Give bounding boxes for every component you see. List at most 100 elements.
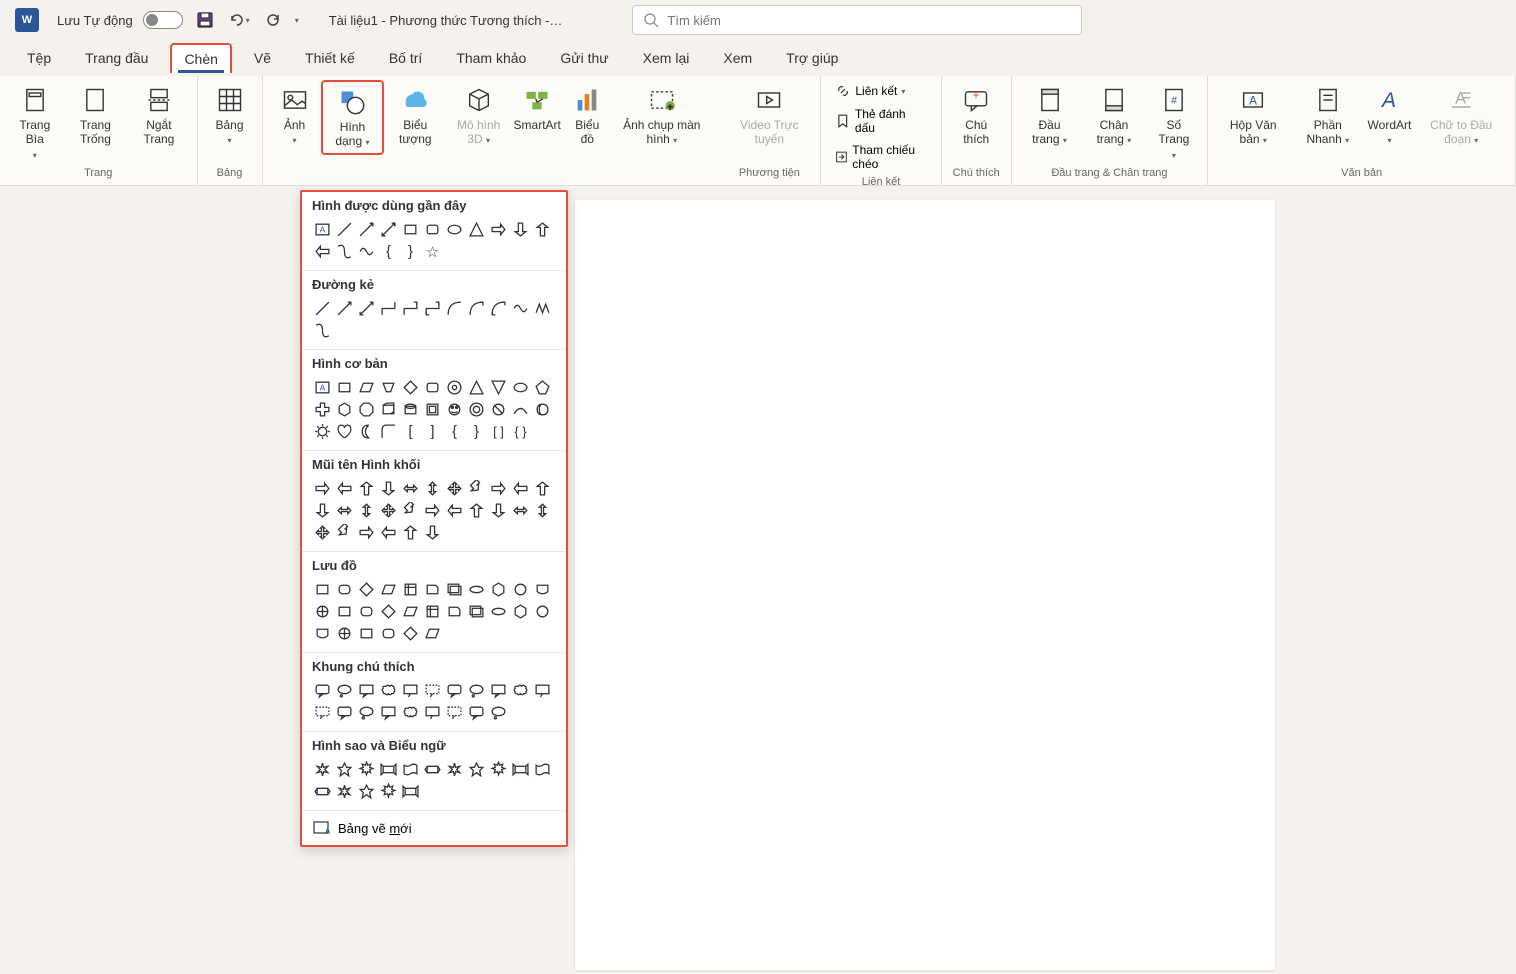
shape-item[interactable] (422, 399, 443, 420)
pictures-button[interactable]: Ảnh▾ (271, 80, 319, 151)
shape-item[interactable] (356, 377, 377, 398)
crossref-button[interactable]: Tham chiếu chéo (829, 140, 932, 174)
tab-file[interactable]: Tệp (15, 44, 63, 72)
shape-item[interactable] (510, 680, 531, 701)
shape-item[interactable] (532, 478, 553, 499)
shape-item[interactable] (400, 478, 421, 499)
shape-item[interactable] (466, 219, 487, 240)
shape-item[interactable] (422, 702, 443, 723)
shape-item[interactable] (378, 421, 399, 442)
shape-item[interactable] (356, 579, 377, 600)
page-break-button[interactable]: Ngắt Trang (129, 80, 188, 151)
shape-item[interactable] (356, 298, 377, 319)
shape-item[interactable] (510, 579, 531, 600)
shape-item[interactable] (334, 759, 355, 780)
shape-item[interactable] (312, 241, 333, 262)
shape-item[interactable] (422, 500, 443, 521)
3d-models-button[interactable]: Mô hình 3D ▾ (446, 80, 511, 151)
shape-item[interactable] (444, 399, 465, 420)
footer-button[interactable]: Chân trang ▾ (1081, 80, 1146, 151)
shape-item[interactable] (378, 219, 399, 240)
shape-item[interactable] (400, 623, 421, 644)
shape-item[interactable] (422, 522, 443, 543)
shape-item[interactable] (400, 500, 421, 521)
shape-item[interactable] (466, 399, 487, 420)
online-video-button[interactable]: Video Trực tuyến (726, 80, 812, 151)
shape-item[interactable] (466, 298, 487, 319)
shape-item[interactable] (444, 377, 465, 398)
shape-item[interactable] (378, 377, 399, 398)
shape-item[interactable] (444, 680, 465, 701)
shape-item[interactable] (400, 781, 421, 802)
shape-item[interactable] (400, 298, 421, 319)
shape-item[interactable] (378, 298, 399, 319)
shape-item[interactable] (356, 601, 377, 622)
autosave-toggle[interactable] (143, 11, 183, 29)
shape-item[interactable] (378, 522, 399, 543)
shape-item[interactable] (488, 500, 509, 521)
shape-item[interactable] (444, 500, 465, 521)
shape-item[interactable] (510, 377, 531, 398)
shape-item[interactable] (422, 478, 443, 499)
shape-item[interactable] (532, 298, 553, 319)
shape-item[interactable] (510, 219, 531, 240)
shape-item[interactable] (400, 702, 421, 723)
shape-item[interactable] (378, 399, 399, 420)
comment-button[interactable]: +Chú thích (950, 80, 1003, 151)
shape-item[interactable] (400, 522, 421, 543)
shape-item[interactable] (334, 478, 355, 499)
shape-item[interactable] (312, 702, 333, 723)
shape-item[interactable] (466, 680, 487, 701)
shape-item[interactable] (422, 579, 443, 600)
tab-view[interactable]: Xem (711, 44, 764, 72)
shape-item[interactable] (466, 601, 487, 622)
shape-item[interactable] (510, 399, 531, 420)
shape-item[interactable] (312, 478, 333, 499)
shape-item[interactable] (422, 680, 443, 701)
new-drawing-canvas[interactable]: A Bảng vẽ mới (302, 811, 566, 845)
document-page[interactable] (575, 200, 1275, 970)
shape-item[interactable] (334, 421, 355, 442)
shape-item[interactable] (400, 399, 421, 420)
shape-item[interactable] (356, 500, 377, 521)
shape-item[interactable] (488, 478, 509, 499)
link-button[interactable]: Liên kết ▾ (829, 80, 932, 102)
shape-item[interactable] (312, 623, 333, 644)
shape-item[interactable] (488, 298, 509, 319)
shape-item[interactable] (444, 601, 465, 622)
redo-button[interactable] (261, 8, 285, 32)
bookmark-button[interactable]: Thẻ đánh dấu (829, 104, 932, 138)
quickparts-button[interactable]: Phần Nhanh ▾ (1292, 80, 1363, 151)
shape-item[interactable] (532, 601, 553, 622)
shapes-button[interactable]: Hình dạng ▾ (321, 80, 385, 155)
shape-item[interactable] (334, 241, 355, 262)
shape-item[interactable] (356, 781, 377, 802)
shape-item[interactable] (378, 702, 399, 723)
shape-item[interactable]: ] (422, 421, 443, 442)
shape-item[interactable] (488, 702, 509, 723)
shape-item[interactable] (312, 500, 333, 521)
shape-item[interactable] (466, 377, 487, 398)
shape-item[interactable] (444, 298, 465, 319)
shape-item[interactable] (378, 478, 399, 499)
search-box[interactable] (632, 5, 1082, 35)
shape-item[interactable]: } (400, 241, 421, 262)
shape-item[interactable] (466, 500, 487, 521)
shape-item[interactable] (422, 623, 443, 644)
shape-item[interactable] (378, 680, 399, 701)
shape-item[interactable]: } (466, 421, 487, 442)
shape-item[interactable] (532, 680, 553, 701)
shape-item[interactable] (334, 522, 355, 543)
shape-item[interactable] (356, 522, 377, 543)
shape-item[interactable] (334, 623, 355, 644)
shape-item[interactable] (532, 219, 553, 240)
shape-item[interactable] (312, 680, 333, 701)
shape-item[interactable] (312, 601, 333, 622)
shape-item[interactable] (488, 680, 509, 701)
shape-item[interactable] (312, 421, 333, 442)
shape-item[interactable] (488, 579, 509, 600)
shape-item[interactable] (400, 219, 421, 240)
tab-insert[interactable]: Chèn (170, 43, 231, 73)
shape-item[interactable] (356, 759, 377, 780)
icons-button[interactable]: Biểu tượng (386, 80, 444, 151)
